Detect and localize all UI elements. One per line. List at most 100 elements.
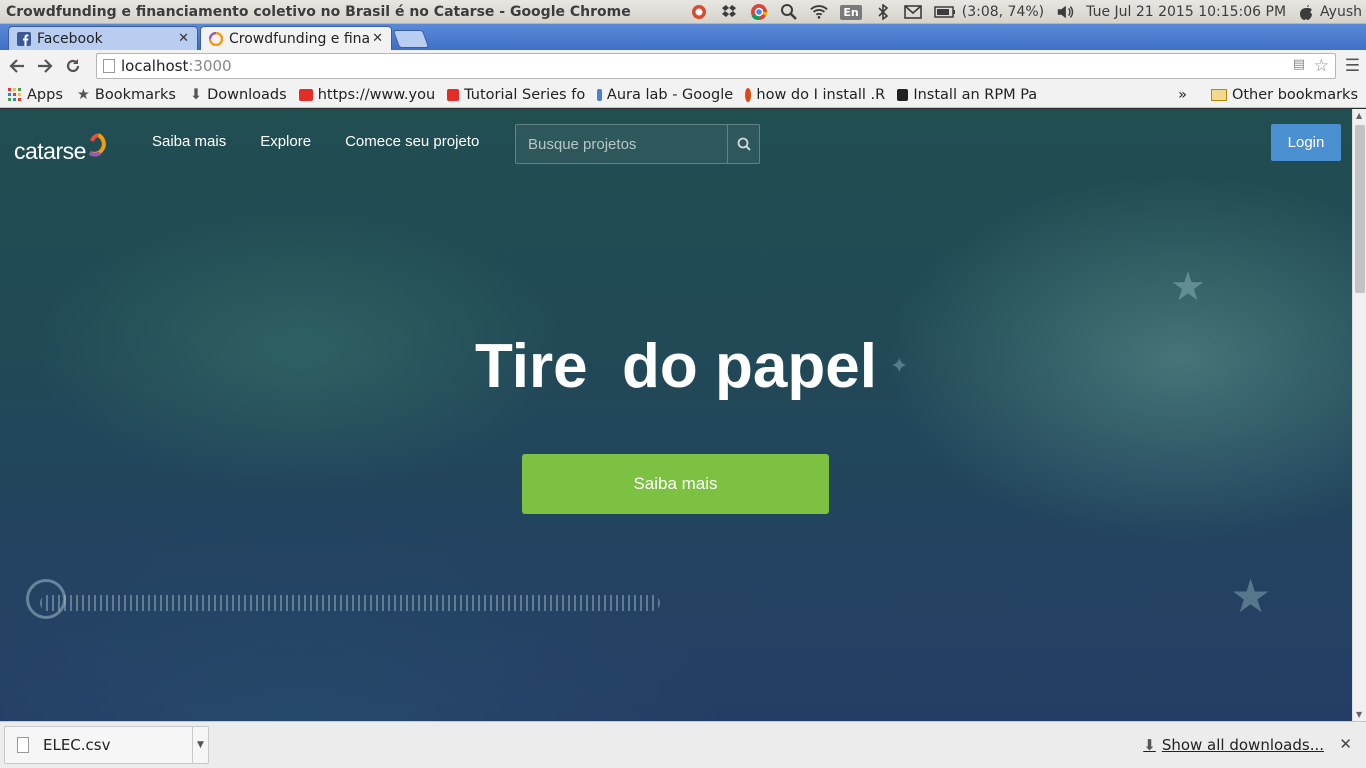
download-arrow-icon: ⬇: [189, 86, 203, 103]
new-tab-button[interactable]: [392, 30, 430, 48]
bookmark-label: how do I install .R: [756, 86, 886, 103]
bookmarks-overflow-button[interactable]: »: [1178, 87, 1187, 103]
bookmark-label: Apps: [27, 86, 63, 103]
battery-indicator[interactable]: (3:08, 74%): [934, 0, 1044, 24]
star-icon: ★: [76, 86, 90, 103]
nav-saiba-mais[interactable]: Saiba mais: [152, 133, 226, 150]
tab-catarse[interactable]: Crowdfunding e fina ✕: [200, 26, 392, 50]
forward-button[interactable]: [31, 52, 59, 80]
download-arrow-icon: ⬇: [1143, 736, 1156, 754]
battery-text: (3:08, 74%): [961, 4, 1045, 20]
os-top-panel: Crowdfunding e financiamento coletivo no…: [0, 0, 1366, 24]
close-icon[interactable]: ✕: [372, 31, 383, 46]
decorative-star-icon: ★: [1230, 569, 1272, 623]
search-icon[interactable]: [780, 0, 798, 24]
bookmarks-right: » Other bookmarks: [1178, 82, 1358, 108]
download-menu-icon[interactable]: ▼: [192, 727, 208, 763]
nav-explore[interactable]: Explore: [260, 133, 311, 150]
forward-arrow-icon: [38, 59, 53, 73]
decorative-star-icon: ★: [1170, 264, 1206, 310]
back-button[interactable]: [3, 52, 31, 80]
catarse-logo[interactable]: catarse: [14, 131, 108, 165]
youtube-icon: [298, 88, 313, 101]
bookmark-label: Install an RPM Pa: [913, 86, 1038, 103]
bookmark-aura-lab[interactable]: Aura lab - Google: [597, 87, 733, 103]
bookmarks-bar: Apps ★ Bookmarks ⬇ Downloads https://www…: [0, 82, 1366, 108]
volume-icon[interactable]: [1056, 0, 1074, 24]
bookmark-label: https://www.you: [317, 86, 436, 103]
bookmark-star-icon[interactable]: ☆: [1314, 56, 1329, 76]
bookmark-tutorial-series[interactable]: Tutorial Series fo: [447, 87, 585, 103]
scroll-down-icon[interactable]: ▼: [1356, 710, 1362, 719]
catarse-logo-icon: [88, 133, 106, 157]
hero-title: Tire do papel: [475, 332, 877, 401]
page-icon: [103, 59, 115, 73]
search-icon: [737, 137, 751, 151]
close-icon[interactable]: ✕: [1339, 735, 1352, 753]
bookmark-downloads[interactable]: ⬇ Downloads: [190, 87, 287, 103]
logo-text: catarse: [14, 138, 86, 164]
reload-button[interactable]: [59, 52, 87, 80]
bluetooth-icon[interactable]: [874, 0, 892, 24]
tab-strip: Facebook ✕ Crowdfunding e fina ✕: [0, 24, 1366, 50]
bookmark-bookmarks[interactable]: ★ Bookmarks: [77, 87, 176, 103]
sync-icon[interactable]: [690, 0, 708, 24]
saiba-mais-button[interactable]: Saiba mais: [522, 454, 829, 514]
youtube-icon: [447, 88, 460, 101]
battery-icon: [934, 6, 955, 18]
url-port: :3000: [188, 57, 232, 75]
bookmark-label: Bookmarks: [94, 86, 176, 103]
folder-icon: [1210, 89, 1227, 101]
keyboard-layout-indicator[interactable]: En: [840, 0, 862, 24]
search-button[interactable]: [727, 125, 759, 163]
bookmark-label: Downloads: [207, 86, 287, 103]
back-arrow-icon: [9, 59, 24, 73]
scrollbar-thumb[interactable]: [1355, 125, 1365, 293]
window-title: Crowdfunding e financiamento coletivo no…: [6, 3, 631, 20]
user-menu[interactable]: Ayush: [1298, 0, 1362, 24]
decorative-spring: [40, 595, 660, 611]
tab-facebook[interactable]: Facebook ✕: [8, 26, 198, 50]
wifi-icon[interactable]: [810, 0, 829, 24]
bookmark-label: Tutorial Series fo: [464, 86, 586, 103]
search-input[interactable]: [516, 125, 727, 163]
bookmark-label: Aura lab - Google: [606, 86, 734, 103]
bookmark-youtube[interactable]: https://www.you: [298, 86, 436, 103]
translate-icon[interactable]: ▤: [1293, 57, 1305, 72]
project-search: [515, 124, 760, 164]
other-bookmarks[interactable]: Other bookmarks: [1210, 87, 1358, 103]
bookmark-install-rpm[interactable]: Install an RPM Pa: [897, 87, 1037, 103]
htg-icon: [897, 88, 909, 101]
close-icon[interactable]: ✕: [178, 31, 189, 46]
download-item[interactable]: ELEC.csv ▼: [4, 726, 209, 764]
show-all-downloads[interactable]: ⬇ Show all downloads...: [1143, 736, 1324, 754]
main-nav: Saiba mais Explore Comece seu projeto: [152, 133, 479, 150]
apps-grid-icon: [8, 87, 21, 101]
catarse-favicon-icon: [209, 31, 223, 46]
chrome-icon[interactable]: [750, 0, 768, 24]
ubuntu-icon: [745, 87, 752, 102]
chrome-menu-icon[interactable]: ☰: [1345, 56, 1360, 76]
address-bar[interactable]: localhost:3000 ▤ ☆: [96, 53, 1336, 79]
other-bookmarks-label: Other bookmarks: [1231, 87, 1358, 103]
clock[interactable]: Tue Jul 21 2015 10:15:06 PM: [1086, 0, 1286, 24]
page-scrollbar[interactable]: ▲ ▼: [1352, 109, 1366, 721]
show-all-downloads-label: Show all downloads...: [1161, 736, 1324, 754]
tab-label: Facebook: [37, 30, 103, 47]
system-tray: En (3:08, 74%) Tue Jul 21 2015 10:15:06 …: [690, 0, 1362, 24]
facebook-icon: [17, 31, 31, 46]
scroll-up-icon[interactable]: ▲: [1356, 111, 1362, 120]
apple-icon: [1300, 5, 1313, 20]
file-icon: [17, 737, 29, 753]
bookmark-askubuntu[interactable]: how do I install .R: [745, 87, 885, 103]
bookmark-apps[interactable]: Apps: [8, 87, 63, 103]
tab-label: Crowdfunding e fina: [229, 30, 369, 47]
nav-comece-seu-projeto[interactable]: Comece seu projeto: [345, 133, 479, 150]
mail-icon[interactable]: [903, 0, 922, 24]
google-sites-icon: [597, 88, 602, 101]
login-button[interactable]: Login: [1271, 124, 1341, 161]
download-filename: ELEC.csv: [43, 736, 111, 754]
catarse-page: ★ ★ ✦ catarse Saiba mais Explore Comece …: [0, 109, 1352, 721]
dropbox-icon[interactable]: [720, 0, 738, 24]
url-host: localhost: [121, 57, 189, 75]
